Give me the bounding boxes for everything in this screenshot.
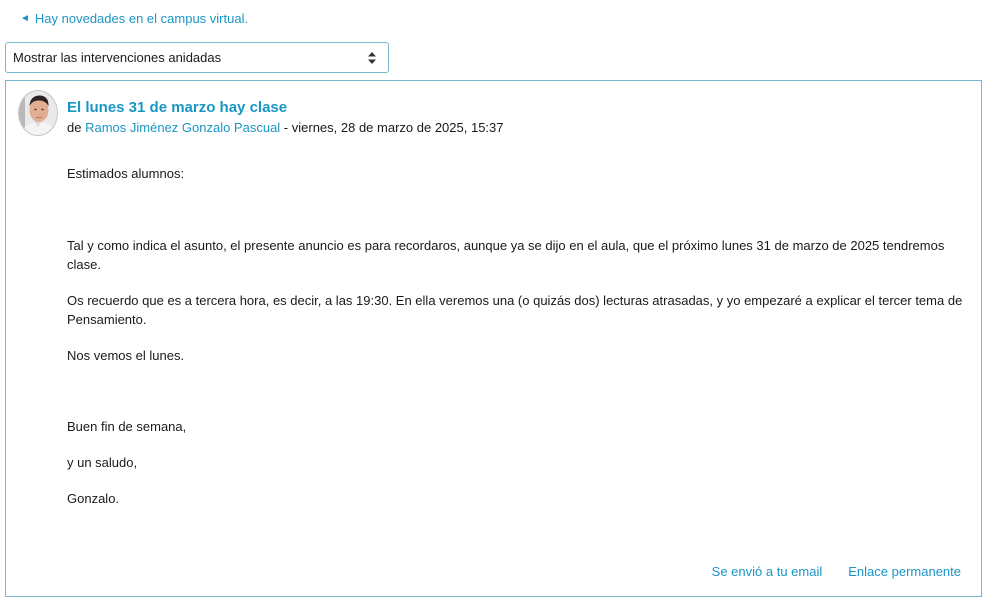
body-paragraph: Estimados alumnos: (67, 166, 185, 181)
permalink-link[interactable]: Enlace permanente (848, 564, 961, 579)
body-paragraph: y un saludo, (67, 455, 138, 470)
body-paragraph: Buen fin de semana, (67, 419, 187, 434)
user-photo (19, 91, 57, 135)
back-link[interactable]: ◄ Hay novedades en el campus virtual. (20, 11, 248, 26)
body-paragraph: Nos vemos el lunes. (67, 348, 185, 363)
body-paragraph: Tal y como indica el asunto, el presente… (67, 238, 945, 272)
left-triangle-icon: ◄ (20, 12, 30, 24)
updown-arrows-icon (368, 52, 376, 64)
author-avatar[interactable] (18, 90, 58, 136)
post-meta: de Ramos Jiménez Gonzalo Pascual - viern… (67, 120, 504, 135)
display-mode-select[interactable]: Mostrar las intervenciones anidadas (5, 42, 389, 73)
by-prefix: de (67, 120, 82, 135)
post-date: - viernes, 28 de marzo de 2025, 15:37 (280, 120, 504, 135)
back-link-label: Hay novedades en el campus virtual. (34, 11, 249, 26)
body-paragraph: Os recuerdo que es a tercera hora, es de… (67, 293, 963, 327)
author-link[interactable]: Ramos Jiménez Gonzalo Pascual (85, 120, 280, 135)
email-sent-link[interactable]: Se envió a tu email (712, 564, 823, 579)
forum-post: El lunes 31 de marzo hay clase de Ramos … (5, 80, 982, 597)
post-body: Estimados alumnos: Tal y como indica el … (67, 164, 972, 508)
post-title[interactable]: El lunes 31 de marzo hay clase (67, 99, 287, 116)
post-footer: Se envió a tu email Enlace permanente (712, 564, 961, 579)
body-paragraph: Gonzalo. (67, 491, 120, 506)
display-mode-value: Mostrar las intervenciones anidadas (13, 50, 222, 65)
